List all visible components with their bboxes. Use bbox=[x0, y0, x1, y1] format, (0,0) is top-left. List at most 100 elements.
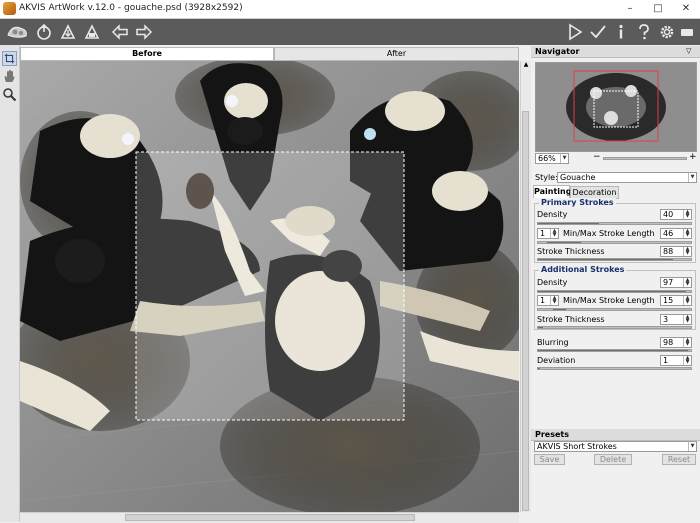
primary-thickness-slider[interactable] bbox=[537, 258, 692, 261]
additional-min-length-value: 1 bbox=[540, 296, 546, 305]
presets-value: AKVIS Short Strokes bbox=[537, 442, 617, 451]
before-after-tabs: Before After bbox=[20, 47, 519, 61]
blurring-value: 98 bbox=[663, 338, 674, 347]
navigator-thumbnail bbox=[536, 63, 696, 151]
zoom-slider[interactable] bbox=[603, 157, 687, 160]
crop-tool-icon[interactable] bbox=[2, 51, 17, 66]
primary-density-label: Density bbox=[537, 210, 568, 219]
blurring-field[interactable]: 98 ▲ ▼ bbox=[660, 337, 692, 348]
zoom-value: 66% bbox=[538, 154, 556, 163]
run-icon[interactable] bbox=[566, 23, 584, 41]
primary-stroke-length-label: Min/Max Stroke Length bbox=[563, 229, 655, 238]
maximize-button[interactable]: □ bbox=[644, 0, 672, 18]
primary-density-field[interactable]: 40 ▲ ▼ bbox=[660, 209, 692, 220]
primary-stroke-length-range bbox=[547, 242, 581, 243]
primary-density-spinner[interactable]: ▲ ▼ bbox=[683, 210, 691, 219]
additional-density-field[interactable]: 97 ▲ ▼ bbox=[660, 277, 692, 288]
style-label: Style: bbox=[535, 173, 558, 182]
primary-density-slider[interactable] bbox=[537, 222, 692, 225]
additional-max-length-spinner[interactable]: ▲ ▼ bbox=[683, 296, 691, 305]
primary-thickness-slider-fill bbox=[538, 259, 673, 260]
additional-thickness-value: 3 bbox=[663, 315, 669, 324]
delete-preset-button[interactable]: Delete bbox=[594, 454, 632, 465]
additional-min-length-field[interactable]: 1 ▲ ▼ bbox=[537, 295, 559, 306]
blurring-label: Blurring bbox=[537, 338, 569, 347]
tool-strip bbox=[0, 45, 20, 522]
logo-icon bbox=[7, 26, 27, 38]
additional-min-length-spinner[interactable]: ▲ ▼ bbox=[550, 296, 558, 305]
primary-thickness-field[interactable]: 88 ▲ ▼ bbox=[660, 246, 692, 257]
hand-tool-icon[interactable] bbox=[2, 69, 17, 84]
additional-thickness-label: Stroke Thickness bbox=[537, 315, 605, 324]
zoom-out-button[interactable]: − bbox=[593, 152, 601, 162]
vertical-scroll-thumb[interactable] bbox=[522, 111, 529, 511]
scroll-up-icon[interactable]: ▲ bbox=[522, 61, 530, 69]
window-title: AKVIS ArtWork v.12.0 - gouache.psd (3928… bbox=[19, 3, 243, 13]
save-file-icon[interactable] bbox=[59, 23, 77, 41]
navigator-collapse-icon[interactable]: ▽ bbox=[686, 47, 691, 55]
print-icon[interactable] bbox=[83, 23, 101, 41]
additional-density-slider[interactable] bbox=[537, 290, 692, 293]
primary-max-length-field[interactable]: 46 ▲ ▼ bbox=[660, 228, 692, 239]
additional-stroke-length-slider[interactable] bbox=[537, 308, 692, 311]
settings-panel: Navigator ▽ 66% ▼ − + Style: Gouache ▼ P… bbox=[531, 45, 700, 522]
additional-max-length-field[interactable]: 15 ▲ ▼ bbox=[660, 295, 692, 306]
main-toolbar bbox=[0, 19, 700, 45]
message-icon[interactable] bbox=[680, 23, 694, 41]
deviation-spinner[interactable]: ▲ ▼ bbox=[683, 356, 691, 365]
additional-density-value: 97 bbox=[663, 278, 674, 287]
zoom-in-button[interactable]: + bbox=[689, 152, 697, 162]
primary-thickness-spinner[interactable]: ▲ ▼ bbox=[683, 247, 691, 256]
vertical-scrollbar[interactable]: ▲ bbox=[520, 61, 531, 512]
zoom-dropdown-icon[interactable]: ▼ bbox=[560, 154, 568, 163]
primary-stroke-length-slider[interactable] bbox=[537, 241, 692, 244]
additional-thickness-slider[interactable] bbox=[537, 326, 692, 329]
undo-icon[interactable] bbox=[111, 23, 129, 41]
zoom-tool-icon[interactable] bbox=[2, 87, 17, 102]
ballet-photo bbox=[20, 61, 519, 512]
horizontal-scrollbar[interactable] bbox=[20, 512, 519, 523]
blurring-slider-fill bbox=[538, 350, 688, 351]
help-icon[interactable] bbox=[635, 23, 653, 41]
style-value: Gouache bbox=[560, 173, 596, 182]
close-button[interactable]: ✕ bbox=[672, 0, 700, 18]
zoom-field[interactable]: 66% ▼ bbox=[535, 153, 569, 164]
style-dropdown-icon[interactable]: ▼ bbox=[688, 173, 696, 182]
deviation-field[interactable]: 1 ▲ ▼ bbox=[660, 355, 692, 366]
primary-strokes-title: Primary Strokes bbox=[539, 198, 616, 207]
primary-min-length-field[interactable]: 1 ▲ ▼ bbox=[537, 228, 559, 239]
tab-after[interactable]: After bbox=[274, 47, 519, 61]
primary-thickness-value: 88 bbox=[663, 247, 674, 256]
additional-thickness-field[interactable]: 3 ▲ ▼ bbox=[660, 314, 692, 325]
deviation-value: 1 bbox=[663, 356, 669, 365]
image-canvas[interactable] bbox=[20, 61, 519, 512]
presets-title: Presets bbox=[531, 429, 700, 441]
primary-max-length-spinner[interactable]: ▲ ▼ bbox=[683, 229, 691, 238]
additional-density-spinner[interactable]: ▲ ▼ bbox=[683, 278, 691, 287]
info-icon[interactable] bbox=[612, 23, 630, 41]
primary-min-length-spinner[interactable]: ▲ ▼ bbox=[550, 229, 558, 238]
additional-thickness-slider-fill bbox=[538, 327, 543, 328]
open-file-icon[interactable] bbox=[35, 23, 53, 41]
save-preset-button[interactable]: Save bbox=[534, 454, 565, 465]
horizontal-scroll-thumb[interactable] bbox=[125, 514, 415, 521]
style-select[interactable]: Gouache ▼ bbox=[557, 172, 697, 183]
additional-stroke-length-label: Min/Max Stroke Length bbox=[563, 296, 655, 305]
redo-icon[interactable] bbox=[135, 23, 153, 41]
deviation-slider-fill bbox=[538, 368, 540, 369]
blurring-spinner[interactable]: ▲ ▼ bbox=[683, 338, 691, 347]
minimize-button[interactable]: – bbox=[616, 0, 644, 18]
tab-painting[interactable]: Painting bbox=[533, 185, 571, 198]
blurring-slider[interactable] bbox=[537, 349, 692, 352]
app-logo-icon bbox=[3, 2, 16, 15]
presets-dropdown-icon[interactable]: ▼ bbox=[688, 442, 696, 451]
settings-icon[interactable] bbox=[658, 23, 676, 41]
reset-preset-button[interactable]: Reset bbox=[662, 454, 696, 465]
additional-thickness-spinner[interactable]: ▲ ▼ bbox=[683, 315, 691, 324]
apply-icon[interactable] bbox=[589, 23, 607, 41]
tab-before[interactable]: Before bbox=[20, 47, 274, 61]
deviation-label: Deviation bbox=[537, 356, 576, 365]
presets-select[interactable]: AKVIS Short Strokes ▼ bbox=[534, 441, 697, 452]
deviation-slider[interactable] bbox=[537, 367, 692, 370]
navigator-preview[interactable] bbox=[535, 62, 697, 152]
